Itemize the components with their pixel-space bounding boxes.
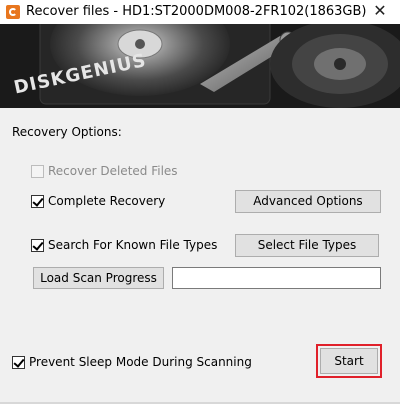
start-button[interactable]: Start [320,348,378,374]
recover-deleted-files-label: Recover Deleted Files [48,164,178,178]
window-title: Recover files - HD1:ST2000DM008-2FR102(1… [26,4,367,19]
checkbox-box[interactable] [12,355,25,369]
complete-recovery-label: Complete Recovery [48,194,166,208]
scan-progress-path-input[interactable] [172,267,381,289]
checkbox-box[interactable] [31,164,44,178]
hard-drive-illustration [0,24,400,108]
checkbox-box[interactable] [31,194,44,208]
load-scan-progress-button[interactable]: Load Scan Progress [33,267,164,289]
search-known-file-types-label: Search For Known File Types [48,238,218,252]
close-button[interactable]: ✕ [360,0,400,24]
select-file-types-button[interactable]: Select File Types [235,234,379,257]
recovery-options-title: Recovery Options: [12,125,122,139]
banner-image: DISKGENIUS [0,24,400,108]
complete-recovery-checkbox[interactable]: Complete Recovery [31,194,165,208]
search-known-file-types-checkbox[interactable]: Search For Known File Types [31,238,217,252]
advanced-options-button[interactable]: Advanced Options [235,190,381,213]
prevent-sleep-checkbox[interactable]: Prevent Sleep Mode During Scanning [12,355,252,369]
recover-deleted-files-checkbox[interactable]: Recover Deleted Files [31,164,178,178]
checkbox-box[interactable] [31,238,44,252]
diskgenius-app-icon [6,5,20,19]
title-bar: Recover files - HD1:ST2000DM008-2FR102(1… [0,0,400,24]
prevent-sleep-label: Prevent Sleep Mode During Scanning [29,355,252,369]
